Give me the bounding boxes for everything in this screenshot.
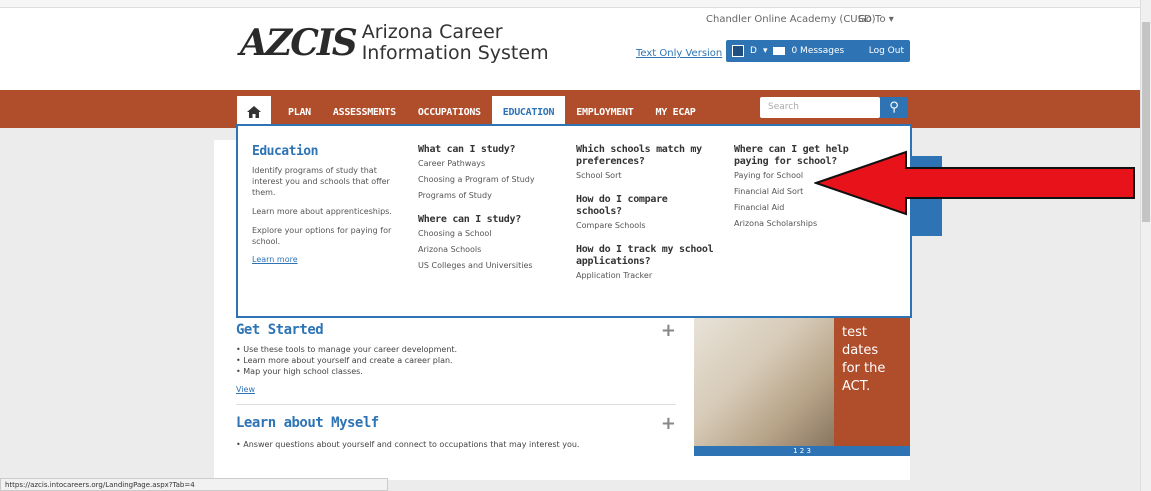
- menu-link[interactable]: School Sort: [576, 168, 716, 184]
- learn-about-myself-block: Learn about Myself + • Answer questions …: [236, 413, 676, 450]
- menu-link[interactable]: Application Tracker: [576, 268, 716, 284]
- chevron-down-icon[interactable]: ▾: [763, 46, 768, 56]
- menu-heading: What can I study?: [418, 144, 516, 155]
- promo-text: test dates for the ACT.: [842, 325, 886, 394]
- text-only-version-link[interactable]: Text Only Version: [636, 48, 722, 59]
- user-initial[interactable]: D: [750, 46, 757, 56]
- goto-menu[interactable]: Go To ▾: [858, 14, 894, 25]
- search-icon: ⚲: [889, 100, 899, 115]
- menu-col-intro: Education Identify programs of study tha…: [252, 144, 392, 264]
- messages-link[interactable]: 0 Messages: [791, 46, 844, 56]
- content-area: Get Started + • Use these tools to manag…: [236, 320, 686, 450]
- browser-top-strip: [0, 0, 1140, 8]
- get-started-block: Get Started + • Use these tools to manag…: [236, 320, 676, 394]
- student-photo: [694, 318, 834, 446]
- school-name-link[interactable]: Chandler Online Academy (CUSD): [706, 14, 876, 25]
- menu-desc: Identify programs of study that interest…: [252, 166, 390, 197]
- menu-heading: Which schools match my preferences?: [576, 144, 702, 167]
- view-link[interactable]: View: [236, 385, 676, 394]
- menu-col-schools: Which schools match my preferences? Scho…: [576, 144, 716, 294]
- menu-heading: Where can I study?: [418, 214, 521, 225]
- azcis-logo[interactable]: AZCIS Arizona Career Information System: [240, 22, 549, 64]
- menu-link[interactable]: Career Pathways: [418, 156, 558, 172]
- menu-link[interactable]: US Colleges and Universities: [418, 258, 558, 274]
- carousel-pager[interactable]: 1 2 3: [694, 446, 910, 456]
- menu-link[interactable]: Choosing a Program of Study: [418, 172, 558, 188]
- home-icon: [247, 106, 261, 118]
- plus-icon[interactable]: +: [661, 413, 676, 434]
- scrollbar-thumb[interactable]: [1142, 22, 1150, 222]
- menu-link[interactable]: Compare Schools: [576, 218, 716, 234]
- menu-heading: How do I compare schools?: [576, 194, 668, 217]
- menu-title: Education: [252, 144, 318, 159]
- chevron-down-icon: ▾: [888, 14, 894, 25]
- plus-icon[interactable]: +: [661, 320, 676, 341]
- status-bar-url: https://azcis.intocareers.org/LandingPag…: [0, 478, 388, 491]
- site-header: AZCIS Arizona Career Information System …: [0, 8, 1140, 90]
- get-started-title[interactable]: Get Started: [236, 322, 676, 338]
- list-item: • Map your high school classes.: [236, 367, 363, 376]
- logo-text: Arizona Career Information System: [362, 22, 549, 64]
- menu-link[interactable]: Arizona Scholarships: [734, 216, 884, 232]
- promo-carousel[interactable]: test dates for the ACT.: [694, 318, 910, 446]
- red-arrow-annotation: [814, 150, 1135, 216]
- education-mega-menu: Education Identify programs of study tha…: [236, 124, 912, 318]
- logo-line-2: Information System: [361, 42, 549, 64]
- search-button[interactable]: ⚲: [880, 97, 908, 118]
- list-item: • Answer questions about yourself and co…: [236, 440, 580, 449]
- learn-more-link[interactable]: Learn more: [252, 255, 392, 264]
- goto-label: Go To: [858, 14, 886, 25]
- menu-link[interactable]: Arizona Schools: [418, 242, 558, 258]
- menu-col-study: What can I study? Career Pathways Choosi…: [418, 144, 558, 284]
- logout-button[interactable]: Log Out: [869, 46, 904, 56]
- user-bar: D ▾ 0 Messages Log Out: [726, 40, 910, 62]
- logo-mark: AZCIS: [240, 22, 358, 64]
- list-item: • Use these tools to manage your career …: [236, 345, 458, 354]
- divider: [236, 404, 676, 405]
- envelope-icon[interactable]: [773, 47, 786, 55]
- search-input[interactable]: Search: [760, 97, 880, 118]
- main-nav: PLAN ASSESSMENTS OCCUPATIONS EDUCATION E…: [0, 90, 1140, 128]
- menu-link[interactable]: Choosing a School: [418, 226, 558, 242]
- learn-about-myself-title[interactable]: Learn about Myself: [236, 415, 676, 431]
- logo-line-1: Arizona Career: [361, 21, 503, 43]
- menu-link[interactable]: Programs of Study: [418, 188, 558, 204]
- user-avatar-icon[interactable]: [732, 45, 744, 57]
- list-item: • Learn more about yourself and create a…: [236, 356, 453, 365]
- menu-heading: How do I track my school applications?: [576, 244, 714, 267]
- menu-desc: Explore your options for paying for scho…: [252, 226, 392, 246]
- menu-desc: Learn more about apprenticeships.: [252, 207, 392, 216]
